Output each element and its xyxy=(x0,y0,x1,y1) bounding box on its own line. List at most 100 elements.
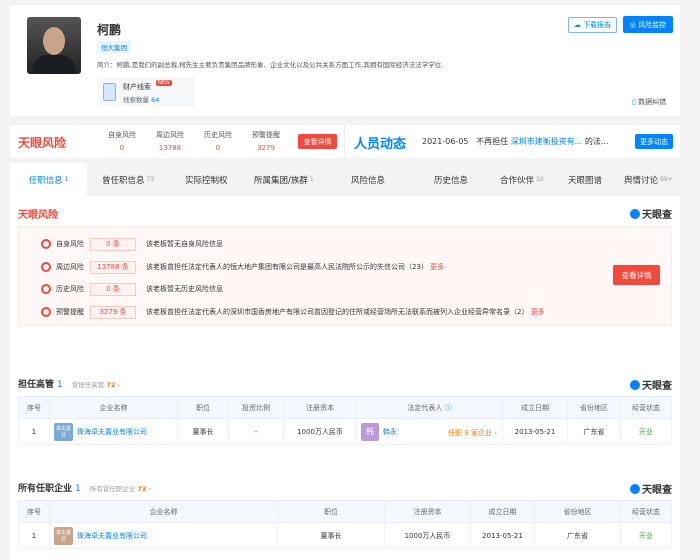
tab-group[interactable]: 所属集团/族群 1 xyxy=(254,163,314,196)
person-dynamics-logo: 人员动态 xyxy=(354,137,407,152)
risk-label: 周边风险 xyxy=(56,263,84,271)
risk-item-value: 13788 xyxy=(158,144,182,152)
download-report-button[interactable]: ☁ 下载报告 xyxy=(568,17,617,33)
risk-detail-box: 自身风险 0 条该老板暂无自身风险信息 周边风险 13788 条该老板曾担任法定代表… xyxy=(18,226,672,326)
risk-count[interactable]: 3279 条 xyxy=(90,305,136,319)
risk-row-warning: 预警提醒 3279 条 该老板曾担任法定代表人的深圳市国香房地产有限公司曾因登记的住… xyxy=(41,305,545,319)
tab-public-opinion[interactable]: 舆情讨论 99+ xyxy=(624,163,673,196)
tianyancha-logo-icon xyxy=(630,379,640,390)
tab-count: 99+ xyxy=(660,176,673,183)
tianyancha-logo-icon xyxy=(630,208,640,219)
tab-partners[interactable]: 合作伙伴 10 xyxy=(500,163,544,196)
row-index: 1 xyxy=(18,418,50,445)
risk-label: 历史风险 xyxy=(56,285,84,293)
risk-section-detail-button[interactable]: 查看详情 xyxy=(613,265,660,285)
risk-row-surrounding: 周边风险 13788 条 该老板曾担任法定代表人的恒大地产集团有限公司是最高人民法院… xyxy=(41,260,444,274)
risk-count[interactable]: 0 条 xyxy=(90,282,136,296)
section-count: 1 xyxy=(75,484,81,494)
more-link[interactable]: 更多 xyxy=(430,262,444,272)
link-text: 所有曾任职企业 xyxy=(89,485,136,493)
tab-employment[interactable]: 任职信息 1 xyxy=(10,163,87,196)
cloud-download-icon: ☁ xyxy=(573,21,581,29)
company-logo: 卓夫置业 xyxy=(54,422,73,441)
risk-row-history: 历史风险 0 条 该老板暂无历史风险信息 xyxy=(41,282,223,296)
table-header-row: 序号 企业名称 职位 投资比例 注册资本 法定代表人 ⓘ 成立日期 省份地区 经… xyxy=(18,396,672,419)
col-header: 企业名称 xyxy=(49,396,178,419)
tianyan-risk-logo: 天眼风险 xyxy=(18,136,67,150)
asset-icon xyxy=(103,83,116,101)
tab-history[interactable]: 历史信息 xyxy=(434,163,468,196)
risk-text: 该老板暂无历史风险信息 xyxy=(146,285,223,293)
more-link[interactable]: 更多 xyxy=(531,307,545,317)
company-link[interactable]: 珠海卓夫置业有限公司 xyxy=(77,532,147,540)
help-icon[interactable]: ⓘ xyxy=(445,404,452,412)
tianyancha-logo: 天眼查 xyxy=(630,481,672,496)
col-header: 投资比例 xyxy=(228,396,284,419)
col-header: 序号 xyxy=(18,396,50,419)
tab-label: 实际控制权 xyxy=(185,175,228,186)
col-header: 省份地区 xyxy=(567,396,621,419)
risk-item-label: 周边风险 xyxy=(156,131,184,139)
header-text: 法定代表人 xyxy=(407,403,443,412)
group-tag[interactable]: 恒大集团 xyxy=(97,41,131,53)
brand-text: 天眼查 xyxy=(642,381,672,392)
risk-icon xyxy=(41,284,51,294)
status: 开业 xyxy=(620,418,672,445)
founded-date: 2013-05-21 xyxy=(502,418,568,445)
tab-count: 73 xyxy=(146,176,155,183)
risk-item-value: 3279 xyxy=(257,144,275,152)
rep-companies-link[interactable]: 任职 9 家企业 › xyxy=(448,428,497,438)
risk-item-value: 0 xyxy=(215,144,221,152)
risk-icon xyxy=(41,239,51,249)
dynamics-company-link[interactable]: 深圳市建衡投资有... xyxy=(511,137,583,146)
table-row: 1 卓夫置业 珠海卓夫置业有限公司 董事长 1000万人民币 2013-05-21… xyxy=(18,522,672,549)
risk-text: 该老板曾担任法定代表人的恒大地产集团有限公司是最高人民法院所公示的失信公司（23… xyxy=(146,263,428,271)
all-positions-table: 序号 企业名称 职位 注册资本 成立日期 省份地区 经营状态 1 卓夫置业 珠海卓… xyxy=(18,500,672,549)
monitor-icon: ◎ xyxy=(629,20,636,29)
status: 开业 xyxy=(620,522,672,549)
col-header: 职位 xyxy=(177,396,229,419)
past-exec-link[interactable]: 曾担任高管 72 › xyxy=(72,379,120,389)
founded-date: 2013-05-21 xyxy=(470,522,535,549)
data-correction-link[interactable]: ▯ 数据纠错 xyxy=(632,97,666,107)
region: 广东省 xyxy=(534,522,621,549)
dynamics-date: 2021-06-05 xyxy=(422,137,469,146)
risk-label: 预警提醒 xyxy=(56,308,84,316)
col-header: 序号 xyxy=(18,500,50,523)
more-dynamics-button[interactable]: 更多动态 xyxy=(635,134,673,149)
tab-actual-control[interactable]: 实际控制权 xyxy=(185,163,228,196)
risk-count[interactable]: 0 条 xyxy=(90,237,136,251)
col-header: 企业名称 xyxy=(49,500,278,523)
all-past-link[interactable]: 所有曾任职企业 73 › xyxy=(90,483,151,493)
dynamics-suffix: 的法... xyxy=(584,137,609,146)
risk-item-label: 历史风险 xyxy=(204,131,232,139)
tab-count: 10 xyxy=(536,176,544,183)
row-index: 1 xyxy=(18,522,50,549)
company-link[interactable]: 珠海卓夫置业有限公司 xyxy=(77,428,147,436)
correction-label: 数据纠错 xyxy=(638,98,667,106)
legal-rep-link[interactable]: 韩永 xyxy=(383,428,397,436)
risk-detail-button[interactable]: 查看详情 xyxy=(298,134,337,149)
risk-item-label: 预警提醒 xyxy=(252,131,280,139)
document-icon: ▯ xyxy=(632,98,636,106)
tianyancha-logo: 天眼查 xyxy=(630,206,672,221)
risk-label: 自身风险 xyxy=(56,240,84,248)
risk-count[interactable]: 13788 条 xyxy=(90,260,136,274)
content-card: 天眼风险 天眼查 自身风险 0 条该老板暂无自身风险信息 周边风险 13788 条该… xyxy=(10,196,680,560)
profile-card: 柯鹏 恒大集团 简介：柯鹏,是我们的副总裁,柯先生主要负责集团品牌形象、企业文化… xyxy=(10,5,680,116)
risk-summary[interactable]: 自身风险 0 周边风险 13788 历史风险 0 预警提醒 3279 xyxy=(98,130,290,152)
position: 董事长 xyxy=(277,522,385,549)
risk-icon xyxy=(41,307,51,317)
table-header-row: 序号 企业名称 职位 注册资本 成立日期 省份地区 经营状态 xyxy=(18,500,672,523)
exec-table: 序号 企业名称 职位 投资比例 注册资本 法定代表人 ⓘ 成立日期 省份地区 经… xyxy=(18,396,672,445)
tab-past-employment[interactable]: 曾任职信息 73 xyxy=(102,163,154,196)
registered-capital: 1000万人民币 xyxy=(283,418,357,445)
link-count: 73 xyxy=(137,485,147,493)
col-header: 经营状态 xyxy=(620,500,672,523)
risk-monitor-button[interactable]: ◎ 风险监控 xyxy=(623,16,673,33)
asset-clue-box[interactable]: 财产线索 NEW 线索数量 64 xyxy=(98,77,195,107)
tab-graph[interactable]: 天眼图谱 xyxy=(568,163,602,196)
profile-photo xyxy=(27,17,81,74)
section-count: 1 xyxy=(57,380,63,390)
tab-risk-info[interactable]: 风险信息 xyxy=(351,163,385,196)
